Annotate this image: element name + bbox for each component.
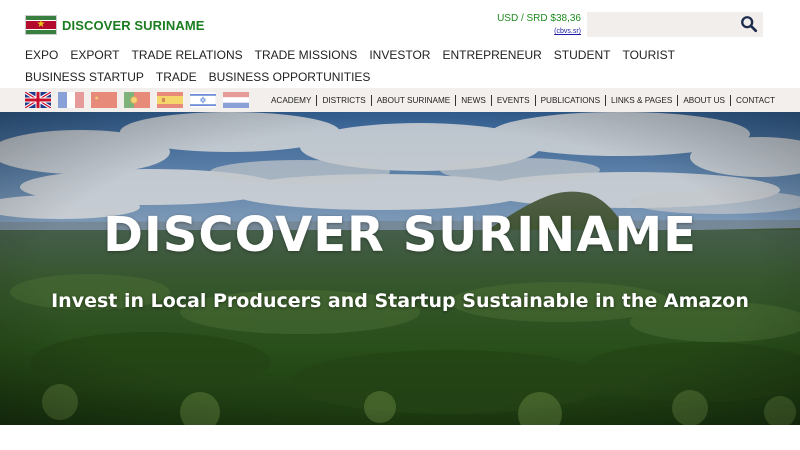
search-input[interactable] (587, 12, 735, 37)
separator (677, 94, 679, 106)
hero-banner: DISCOVER SURINAME Invest in Local Produc… (0, 112, 800, 425)
nav-item-investor[interactable]: INVESTOR (369, 44, 430, 66)
svg-text:★: ★ (94, 95, 99, 102)
nav-item-student[interactable]: STUDENT (554, 44, 611, 66)
subnav-publications[interactable]: PUBLICATIONS (541, 96, 600, 105)
subnav-districts[interactable]: DISTRICTS (322, 96, 365, 105)
nav-item-tourist[interactable]: TOURIST (622, 44, 674, 66)
search-box (587, 12, 763, 37)
separator (490, 94, 492, 106)
nav-item-trade[interactable]: TRADE (156, 66, 197, 88)
nav-item-trade-missions[interactable]: TRADE MISSIONS (255, 44, 358, 66)
search-icon[interactable] (740, 15, 758, 33)
portuguese-flag-icon[interactable] (124, 92, 150, 108)
site-header: DISCOVER SURINAME USD / SRD $38,36 (cbvs… (0, 0, 800, 88)
nav-item-entrepreneur[interactable]: ENTREPRENEUR (442, 44, 541, 66)
logo-text: DISCOVER SURINAME (62, 17, 205, 33)
subnav-academy[interactable]: ACADEMY (271, 96, 312, 105)
subnav-about-us[interactable]: ABOUT US (683, 96, 725, 105)
separator (730, 94, 732, 106)
hero-subtitle: Invest in Local Producers and Startup Su… (51, 290, 749, 312)
subnav-links-pages[interactable]: LINKS & PAGES (611, 96, 672, 105)
israeli-flag-icon[interactable] (190, 92, 216, 108)
english-flag-icon[interactable] (25, 92, 51, 108)
nav-item-business-startup[interactable]: BUSINESS STARTUP (25, 66, 144, 88)
spanish-flag-icon[interactable] (157, 92, 183, 108)
separator (455, 94, 457, 106)
hero-title: DISCOVER SURINAME (103, 207, 697, 263)
language-selector: ★ (25, 92, 249, 108)
nav-item-trade-relations[interactable]: TRADE RELATIONS (131, 44, 242, 66)
separator (316, 94, 318, 106)
currency-rate-source-link[interactable]: (cbvs.sr) (495, 28, 581, 35)
currency-rate: USD / SRD $38,36 (497, 13, 581, 24)
dutch-flag-icon[interactable] (223, 92, 249, 108)
nav-item-expo[interactable]: EXPO (25, 44, 58, 66)
page-bottom-area (0, 425, 800, 450)
separator (605, 94, 607, 106)
separator (370, 94, 372, 106)
main-navigation: EXPO EXPORT TRADE RELATIONS TRADE MISSIO… (25, 44, 745, 88)
nav-item-export[interactable]: EXPORT (70, 44, 119, 66)
subnav-contact[interactable]: CONTACT (736, 96, 775, 105)
subnav-events[interactable]: EVENTS (497, 96, 530, 105)
nav-item-business-opportunities[interactable]: BUSINESS OPPORTUNITIES (209, 66, 371, 88)
secondary-bar: ★ ACADEMY DISTRICTS ABOUT SURINAME NEWS … (0, 88, 800, 112)
suriname-flag-icon (25, 15, 57, 35)
french-flag-icon[interactable] (58, 92, 84, 108)
separator (534, 94, 536, 106)
site-logo[interactable]: DISCOVER SURINAME (25, 15, 205, 35)
secondary-navigation: ACADEMY DISTRICTS ABOUT SURINAME NEWS EV… (271, 88, 775, 112)
subnav-about-suriname[interactable]: ABOUT SURINAME (377, 96, 451, 105)
chinese-flag-icon[interactable]: ★ (91, 92, 117, 108)
subnav-news[interactable]: NEWS (461, 96, 486, 105)
rainforest-background-image (0, 112, 800, 425)
